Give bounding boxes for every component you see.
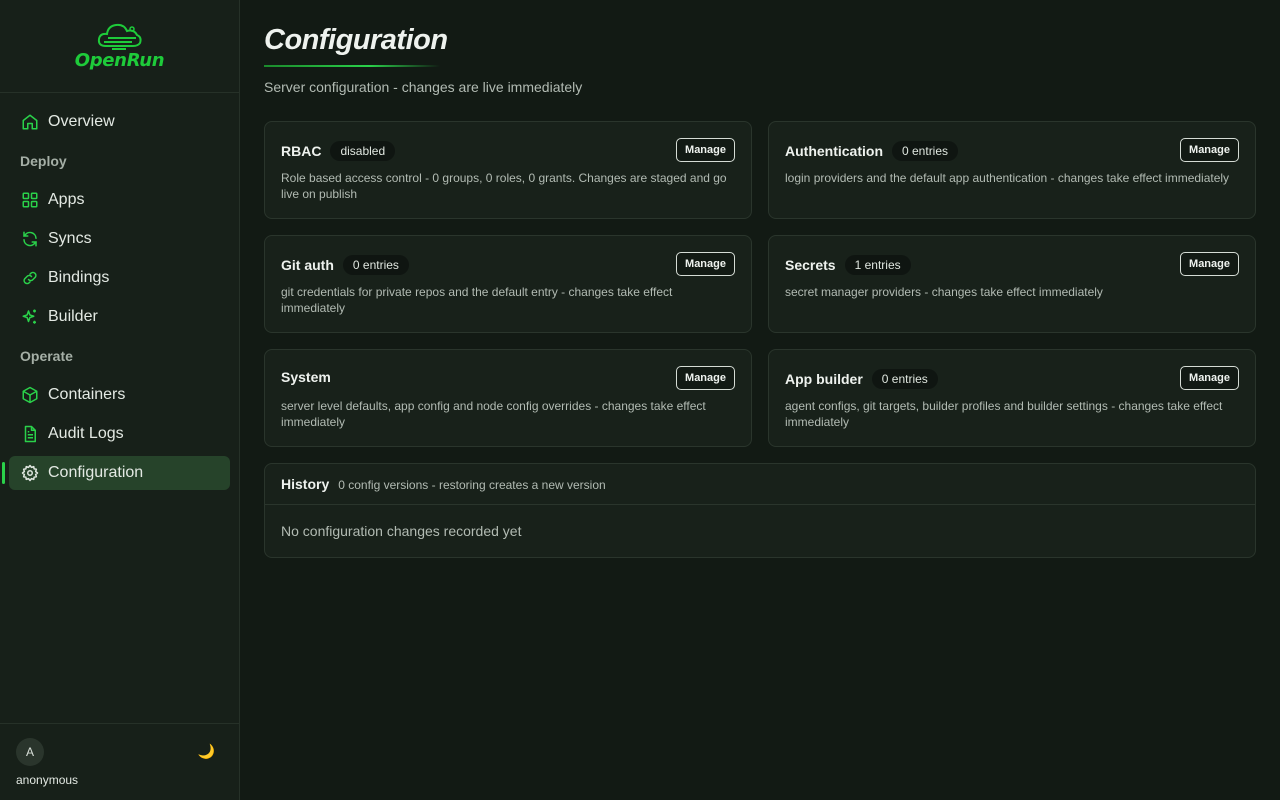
link-icon bbox=[20, 268, 40, 288]
card-description: login providers and the default app auth… bbox=[785, 171, 1230, 185]
card-secrets: Secrets 1 entries Manage secret manager … bbox=[768, 235, 1256, 333]
card-title: Git auth bbox=[281, 257, 334, 273]
history-title: History bbox=[281, 476, 330, 492]
logo[interactable]: OpenRun bbox=[0, 0, 239, 93]
card-title: System bbox=[281, 369, 331, 385]
sidebar: OpenRun Overview Deploy Apps Syncs Bindi… bbox=[0, 0, 240, 800]
card-app-builder: App builder 0 entries Manage agent confi… bbox=[768, 349, 1256, 447]
user-footer: A 🌙 anonymous bbox=[0, 723, 239, 800]
manage-secrets-button[interactable]: Manage bbox=[1180, 252, 1239, 276]
nav-label: Syncs bbox=[48, 230, 92, 247]
manage-app-builder-button[interactable]: Manage bbox=[1180, 366, 1239, 390]
manage-rbac-button[interactable]: Manage bbox=[676, 138, 735, 162]
nav-item-containers[interactable]: Containers bbox=[9, 378, 230, 412]
card-description: agent configs, git targets, builder prof… bbox=[785, 399, 1223, 429]
card-title: RBAC bbox=[281, 143, 322, 159]
sparkles-icon bbox=[20, 307, 40, 327]
page-title: Configuration bbox=[264, 24, 448, 56]
count-badge: 1 entries bbox=[844, 255, 911, 275]
cloud-logo-icon bbox=[97, 23, 142, 50]
card-authentication: Authentication 0 entries Manage login pr… bbox=[768, 121, 1256, 219]
manage-authentication-button[interactable]: Manage bbox=[1180, 138, 1239, 162]
main-nav: Overview Deploy Apps Syncs Bindings Buil… bbox=[0, 93, 239, 490]
nav-item-apps[interactable]: Apps bbox=[9, 183, 230, 217]
refresh-icon bbox=[20, 229, 40, 249]
nav-section-operate: Operate bbox=[20, 348, 73, 364]
theme-toggle-moon-icon[interactable]: 🌙 bbox=[198, 743, 215, 760]
nav-label: Configuration bbox=[48, 464, 144, 481]
logo-text: OpenRun bbox=[74, 49, 165, 71]
card-git-auth: Git auth 0 entries Manage git credential… bbox=[264, 235, 752, 333]
nav-label: Bindings bbox=[48, 269, 110, 286]
nav-label: Overview bbox=[48, 113, 115, 130]
grid-icon bbox=[20, 190, 40, 210]
status-badge: disabled bbox=[330, 141, 396, 161]
nav-item-overview[interactable]: Overview bbox=[9, 105, 230, 139]
card-system: System Manage server level defaults, app… bbox=[264, 349, 752, 447]
nav-label: Containers bbox=[48, 386, 126, 403]
home-icon bbox=[20, 112, 40, 132]
card-title: App builder bbox=[785, 371, 863, 387]
nav-item-audit-logs[interactable]: Audit Logs bbox=[9, 417, 230, 451]
count-badge: 0 entries bbox=[871, 369, 938, 389]
card-title: Secrets bbox=[785, 257, 836, 273]
count-badge: 0 entries bbox=[892, 141, 959, 161]
card-description: Role based access control - 0 groups, 0 … bbox=[281, 171, 727, 201]
nav-item-bindings[interactable]: Bindings bbox=[9, 261, 230, 295]
history-subtitle: 0 config versions - restoring creates a … bbox=[338, 478, 606, 492]
cube-icon bbox=[20, 385, 40, 405]
gear-icon bbox=[20, 463, 40, 483]
username: anonymous bbox=[16, 773, 79, 787]
card-rbac: RBAC disabled Manage Role based access c… bbox=[264, 121, 752, 219]
card-description: secret manager providers - changes take … bbox=[785, 285, 1103, 299]
nav-item-builder[interactable]: Builder bbox=[9, 300, 230, 334]
nav-label: Apps bbox=[48, 191, 85, 208]
avatar[interactable]: A bbox=[16, 738, 44, 766]
manage-git-auth-button[interactable]: Manage bbox=[676, 252, 735, 276]
nav-section-deploy: Deploy bbox=[20, 153, 67, 169]
nav-label: Builder bbox=[48, 308, 98, 325]
card-description: git credentials for private repos and th… bbox=[281, 285, 673, 315]
history-header: History 0 config versions - restoring cr… bbox=[265, 464, 1255, 505]
card-title: Authentication bbox=[785, 143, 883, 159]
page-subtitle: Server configuration - changes are live … bbox=[264, 79, 583, 95]
nav-item-syncs[interactable]: Syncs bbox=[9, 222, 230, 256]
nav-item-configuration[interactable]: Configuration bbox=[2, 456, 230, 490]
nav-label: Audit Logs bbox=[48, 425, 124, 442]
manage-system-button[interactable]: Manage bbox=[676, 366, 735, 390]
count-badge: 0 entries bbox=[342, 255, 409, 275]
history-panel: History 0 config versions - restoring cr… bbox=[264, 463, 1256, 558]
file-text-icon bbox=[20, 424, 40, 444]
title-underline bbox=[264, 65, 440, 67]
history-empty-message: No configuration changes recorded yet bbox=[281, 523, 522, 539]
card-description: server level defaults, app config and no… bbox=[281, 399, 706, 429]
